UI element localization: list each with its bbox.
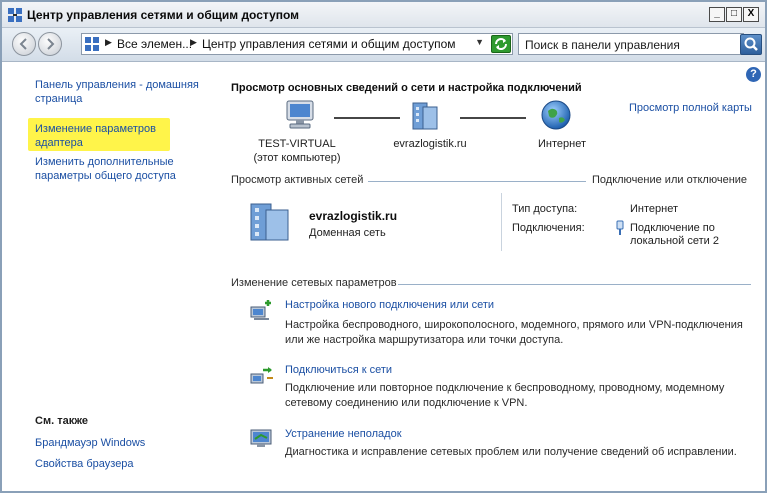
breadcrumb-network-center[interactable]: Центр управления сетями и общим доступом <box>202 37 456 51</box>
connect-network-icon <box>250 367 273 384</box>
forward-arrow-icon <box>47 38 55 50</box>
window-title: Центр управления сетями и общим доступом <box>27 8 300 22</box>
breadcrumb-arrow-icon[interactable]: ▶ <box>105 37 112 48</box>
search-input[interactable]: Поиск в панели управления <box>518 33 744 55</box>
task-connect-network-desc: Подключение или повторное подключение к … <box>285 382 725 409</box>
see-also-firewall-link[interactable]: Брандмауэр Windows <box>35 436 145 450</box>
connect-disconnect-link[interactable]: Подключение или отключение <box>592 174 747 186</box>
task-troubleshoot-desc: Диагностика и исправление сетевых пробле… <box>285 446 737 458</box>
close-button[interactable]: X <box>743 7 759 22</box>
task-new-connection-desc: Настройка беспроводного, широкополосного… <box>285 319 743 346</box>
active-network-type: Доменная сеть <box>309 227 386 239</box>
sidebar-sharing-settings-link[interactable]: Изменить дополнительные параметры общего… <box>35 155 176 183</box>
sidebar-home-link[interactable]: Панель управления - домашняя страница <box>35 78 199 106</box>
connections-label: Подключения: <box>512 222 585 234</box>
address-field[interactable]: ▶ Все элемен... ▶ Центр управления сетям… <box>81 33 513 55</box>
network-center-icon <box>85 37 99 51</box>
domain-network-icon <box>412 102 438 130</box>
refresh-icon <box>495 38 507 50</box>
breadcrumb-all-items[interactable]: Все элемен... <box>117 37 192 51</box>
help-icon[interactable]: ? <box>746 67 761 82</box>
connection-line <box>334 117 400 119</box>
search-icon <box>744 37 758 51</box>
refresh-button[interactable] <box>491 35 511 53</box>
address-toolbar: ▶ Все элемен... ▶ Центр управления сетям… <box>2 28 765 62</box>
globe-icon <box>541 100 571 130</box>
computer-icon <box>286 100 314 129</box>
column-divider <box>501 193 502 251</box>
maximize-button[interactable]: □ <box>726 7 742 22</box>
window: Центр управления сетями и общим доступом… <box>0 0 767 493</box>
change-settings-header: Изменение сетевых параметров <box>231 277 397 289</box>
domain-network-icon <box>250 203 289 241</box>
task-troubleshoot-link[interactable]: Устранение неполадок <box>285 428 402 440</box>
node-this-computer-label: TEST-VIRTUAL (этот компьютер) <box>253 138 341 164</box>
task-connect-network-link[interactable]: Подключиться к сети <box>285 364 392 376</box>
connection-line <box>460 117 526 119</box>
lan-connection-icon <box>616 220 624 235</box>
minimize-button[interactable]: _ <box>709 7 725 22</box>
lan-connection-link[interactable]: Подключение по локальной сети 2 <box>630 222 719 248</box>
access-type-value: Интернет <box>630 203 678 215</box>
sidebar-adapter-settings-link[interactable]: Изменение параметров адаптера <box>35 122 156 150</box>
full-map-link[interactable]: Просмотр полной карты <box>629 102 752 114</box>
new-connection-icon <box>250 300 271 320</box>
active-network-name: evrazlogistik.ru <box>309 209 398 223</box>
forward-button[interactable] <box>38 32 62 56</box>
access-type-label: Тип доступа: <box>512 203 578 215</box>
back-arrow-icon <box>19 38 27 50</box>
troubleshoot-icon <box>250 429 272 447</box>
breadcrumb-arrow-icon[interactable]: ▶ <box>190 37 197 48</box>
chevron-down-icon[interactable]: ▼ <box>475 37 484 47</box>
active-networks-header: Просмотр активных сетей <box>231 174 364 186</box>
section-divider <box>368 181 586 182</box>
search-button[interactable] <box>740 34 762 55</box>
see-also-browser-props-link[interactable]: Свойства браузера <box>35 457 134 471</box>
back-button[interactable] <box>12 32 36 56</box>
section-divider <box>398 284 751 285</box>
page-title: Просмотр основных сведений о сети и наст… <box>231 82 582 94</box>
see-also-title: См. также <box>35 415 88 427</box>
network-center-icon <box>8 8 22 22</box>
title-bar: Центр управления сетями и общим доступом… <box>2 2 765 28</box>
content-area: ? Панель управления - домашняя страница … <box>2 63 765 491</box>
search-placeholder: Поиск в панели управления <box>525 38 680 52</box>
task-new-connection-link[interactable]: Настройка нового подключения или сети <box>285 299 494 311</box>
node-domain-label: evrazlogistik.ru <box>393 138 467 150</box>
node-internet-label: Интернет <box>538 138 586 150</box>
